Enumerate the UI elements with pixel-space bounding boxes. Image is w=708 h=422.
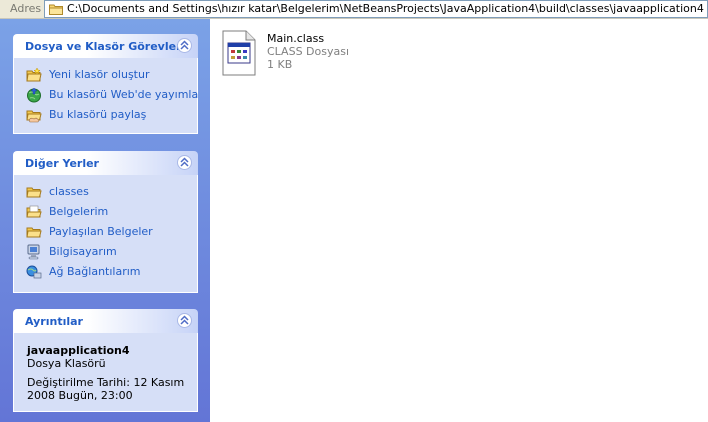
task-web-publish-label: Bu klasörü Web'de yayımla (49, 88, 199, 101)
details-folder-type: Dosya Klasörü (27, 357, 106, 370)
file-size: 1 KB (267, 58, 293, 71)
chevron-up-icon (180, 157, 189, 167)
shared-documents-icon (26, 227, 42, 238)
my-documents-icon (26, 205, 42, 218)
details-folder-name: javaapplication4 (27, 344, 130, 357)
place-shared-documents-label: Paylaşılan Belgeler (49, 225, 153, 238)
web-publish-icon (27, 87, 41, 103)
file-type: CLASS Dosyası (267, 45, 350, 58)
details-panel: Ayrıntılar javaapplication4 Dosya Klasör… (13, 309, 198, 412)
file-item[interactable]: Main.class CLASS Dosyası 1 KB (222, 30, 422, 78)
tasks-panel: Dosya ve Klasör Görevleri Yeni klasör ol… (13, 34, 198, 134)
new-folder-icon (26, 67, 42, 82)
task-new-folder-label: Yeni klasör oluştur (49, 68, 150, 81)
places-panel-header[interactable]: Diğer Yerler (13, 151, 198, 175)
file-name: Main.class (267, 32, 325, 45)
place-my-computer-label: Bilgisayarım (49, 245, 117, 258)
chevron-up-icon (180, 315, 189, 325)
task-pane: Dosya ve Klasör Görevleri Yeni klasör ol… (0, 19, 210, 422)
details-panel-header[interactable]: Ayrıntılar (13, 309, 198, 333)
folder-icon (49, 4, 63, 15)
class-file-icon (222, 30, 256, 76)
place-my-documents-label: Belgelerim (49, 205, 109, 218)
places-panel-title: Diğer Yerler (25, 157, 99, 170)
address-label: Adres (10, 2, 42, 15)
my-computer-icon (27, 244, 40, 260)
tasks-panel-header[interactable]: Dosya ve Klasör Görevleri (13, 34, 198, 58)
details-panel-title: Ayrıntılar (25, 315, 83, 328)
collapse-details-button[interactable] (177, 313, 192, 328)
share-folder-icon (26, 110, 42, 123)
address-bar: Adres C:\Documents and Settings\hızır ka… (0, 0, 708, 19)
network-icon (26, 265, 42, 279)
place-classes-label: classes (49, 185, 89, 198)
task-share-folder-label: Bu klasörü paylaş (49, 108, 147, 121)
places-panel: Diğer Yerler classes Belgelerim Paylaşıl… (13, 151, 198, 293)
places-panel-body: classes Belgelerim Paylaşılan Belgeler B… (13, 175, 198, 293)
details-modified-date: Değiştirilme Tarihi: 12 Kasım 2008 Bugün… (27, 376, 185, 402)
address-input[interactable]: C:\Documents and Settings\hızır katar\Be… (44, 0, 708, 18)
details-panel-body: javaapplication4 Dosya Klasörü Değiştiri… (13, 333, 198, 412)
folder-icon (26, 187, 42, 198)
collapse-places-button[interactable] (177, 155, 192, 170)
tasks-panel-body: Yeni klasör oluştur Bu klasörü Web'de ya… (13, 58, 198, 134)
collapse-tasks-button[interactable] (177, 38, 192, 53)
tasks-panel-title: Dosya ve Klasör Görevleri (25, 40, 186, 53)
chevron-up-icon (180, 40, 189, 50)
place-network-label: Ağ Bağlantılarım (49, 265, 141, 278)
address-path: C:\Documents and Settings\hızır katar\Be… (67, 2, 704, 15)
